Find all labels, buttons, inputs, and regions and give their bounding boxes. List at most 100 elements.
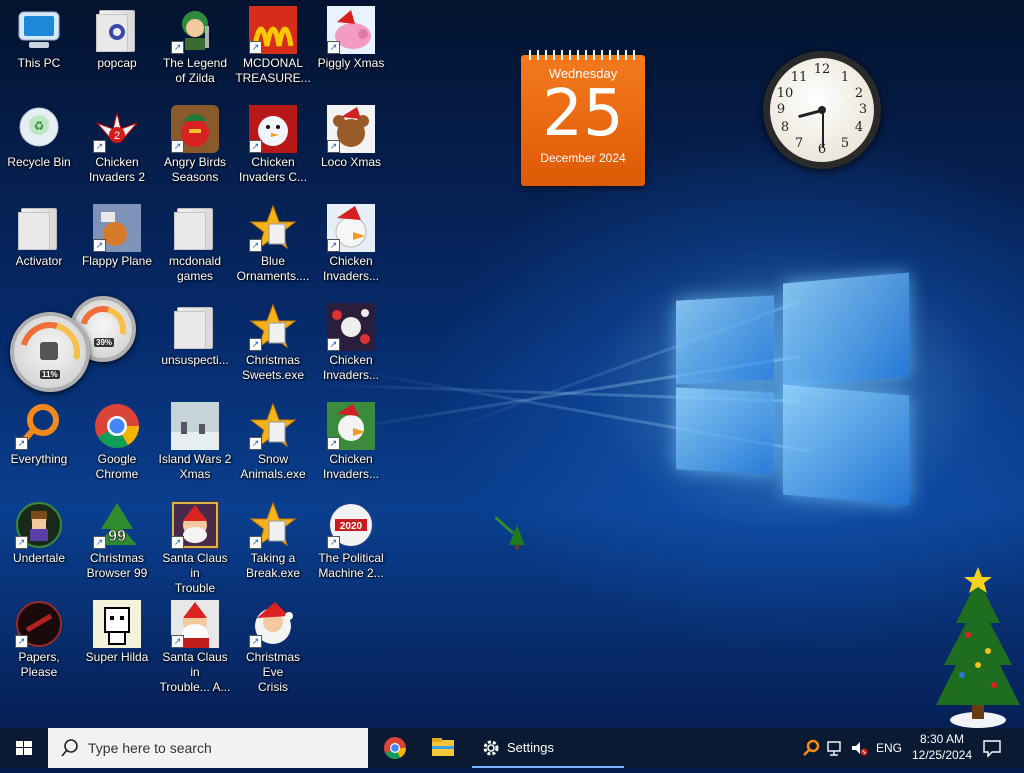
desktop-icon-angry-birds-seasons[interactable]: ↗ Angry Birds Seasons — [156, 105, 234, 185]
shortcut-arrow-icon: ↗ — [171, 536, 184, 549]
folder-icon — [93, 6, 141, 54]
shortcut-arrow-icon: ↗ — [327, 536, 340, 549]
desktop-icon-papers-please[interactable]: ↗ Papers, Please — [0, 600, 78, 680]
desktop-icon-loco-xmas[interactable]: ↗ Loco Xmas — [312, 105, 390, 170]
taskbar-search-box[interactable]: Type here to search — [48, 728, 368, 768]
plane-game-icon: ↗ — [93, 204, 141, 252]
volume-muted-icon[interactable] — [850, 739, 868, 762]
calendar-gadget[interactable]: Wednesday 25 December 2024 — [521, 50, 645, 186]
shortcut-arrow-icon: ↗ — [327, 41, 340, 54]
chicken-icon: 2 ↗ — [93, 105, 141, 153]
christmas-tree-99-icon: 99 ↗ — [93, 501, 141, 549]
desktop-icon-christmas-browser-99[interactable]: 99 ↗ Christmas Browser 99 — [78, 501, 156, 581]
christmas-tree-decoration — [928, 565, 1020, 728]
clock-center — [818, 106, 826, 114]
desktop-icon-blue-ornaments[interactable]: ↗ Blue Ornaments.... — [234, 204, 312, 284]
shortcut-arrow-icon: ↗ — [93, 239, 106, 252]
calendar-day: 25 — [542, 77, 624, 151]
search-placeholder: Type here to search — [88, 740, 212, 756]
desktop-icon-this-pc[interactable]: This PC — [0, 6, 78, 71]
desktop-icon-undertale[interactable]: ↗ Undertale — [0, 501, 78, 566]
chrome-icon — [93, 402, 141, 450]
taskbar-date: 12/25/2024 — [911, 748, 973, 762]
chicken-santa-icon: ↗ — [327, 204, 375, 252]
calendar-rings — [529, 50, 637, 60]
shortcut-arrow-icon: ↗ — [15, 635, 28, 648]
gear-icon — [483, 740, 499, 756]
chicken-space-icon: ↗ — [327, 303, 375, 351]
shortcut-arrow-icon: ↗ — [327, 140, 340, 153]
desktop-icon-christmas-sweets[interactable]: ↗ Christmas Sweets.exe — [234, 303, 312, 383]
desktop-icon-mcdonald-games[interactable]: mcdonald games — [156, 204, 234, 284]
taskbar-time: 8:30 AM — [919, 732, 965, 746]
clock-face: 12 1 2 3 4 5 6 7 8 9 10 11 — [770, 58, 874, 162]
desktop-icon-chicken-invaders-c[interactable]: ↗ Chicken Invaders C... — [234, 105, 312, 185]
cpu-gauge: 11% — [9, 311, 91, 393]
shortcut-arrow-icon: ↗ — [249, 41, 262, 54]
clock-numeral: 4 — [854, 120, 864, 135]
desktop-icon-chicken-invaders-b[interactable]: ↗ Chicken Invaders... — [312, 303, 390, 383]
start-button[interactable] — [0, 728, 48, 768]
shortcut-arrow-icon: ↗ — [249, 338, 262, 351]
clock-gadget[interactable]: 12 1 2 3 4 5 6 7 8 9 10 11 — [763, 51, 881, 169]
taskbar-clock[interactable]: 8:30 AM 12/25/2024 — [910, 731, 974, 763]
desktop-icon-activator[interactable]: Activator — [0, 204, 78, 269]
papers-please-icon: ↗ — [15, 600, 63, 648]
clock-numeral: 5 — [840, 136, 850, 151]
folder-icon — [171, 204, 219, 252]
desktop-icon-chicken-invaders-a[interactable]: ↗ Chicken Invaders... — [312, 204, 390, 284]
desktop-icon-santa-claus-in-trouble[interactable]: ↗ Santa Claus in Trouble — [156, 501, 234, 596]
desktop-icon-mcdonal-treasure[interactable]: ↗ MCDONAL TREASURE... — [234, 6, 312, 86]
angry-bird-icon: ↗ — [171, 105, 219, 153]
tray-everything-search-icon[interactable] — [802, 739, 820, 762]
taskbar-settings[interactable]: Settings — [472, 728, 624, 768]
clock-numeral: 2 — [854, 86, 864, 101]
taskbar-file-explorer[interactable] — [426, 728, 460, 768]
clock-numeral: 8 — [780, 120, 790, 135]
search-icon — [61, 739, 78, 757]
clock-numeral: 12 — [813, 62, 831, 77]
file-icon — [171, 303, 219, 351]
chicken-green-icon: ↗ — [327, 402, 375, 450]
desktop-icon-legend-of-zilda[interactable]: ↗ The Legend of Zilda — [156, 6, 234, 86]
windows-start-icon — [16, 741, 32, 755]
desktop-icon-unsuspecti[interactable]: unsuspecti... — [156, 303, 234, 368]
svg-text:♻: ♻ — [34, 119, 45, 133]
language-indicator[interactable]: ENG — [876, 741, 902, 755]
shortcut-arrow-icon: ↗ — [93, 536, 106, 549]
shortcut-arrow-icon: ↗ — [249, 536, 262, 549]
undertale-character-icon: ↗ — [15, 501, 63, 549]
pixel-character-icon — [93, 600, 141, 648]
desktop-icon-flappy-plane[interactable]: ↗ Flappy Plane — [78, 204, 156, 269]
folder-icon — [432, 738, 454, 756]
star-package-icon: ↗ — [249, 303, 297, 351]
desktop-icon-christmas-eve-crisis[interactable]: ↗ Christmas Eve Crisis — [234, 600, 312, 695]
desktop-icon-popcap[interactable]: popcap — [78, 6, 156, 71]
desktop-icon-chicken-invaders-2[interactable]: 2 ↗ Chicken Invaders 2 — [78, 105, 156, 185]
calendar-month-year: December 2024 — [540, 151, 626, 165]
desktop-icon-piggly-xmas[interactable]: ↗ Piggly Xmas — [312, 6, 390, 71]
network-icon[interactable] — [826, 739, 844, 762]
desktop-icon-everything[interactable]: ↗ Everything — [0, 402, 78, 467]
desktop-icon-taking-a-break[interactable]: ↗ Taking a Break.exe — [234, 501, 312, 581]
desktop-icon-google-chrome[interactable]: Google Chrome — [78, 402, 156, 482]
mcdonalds-logo-icon: ↗ — [249, 6, 297, 54]
notification-center-button[interactable] — [980, 736, 1004, 760]
star-package-icon: ↗ — [249, 501, 297, 549]
desktop-icon-snow-animals[interactable]: ↗ Snow Animals.exe — [234, 402, 312, 482]
desktop-icon-political-machine[interactable]: 2020 ↗ The Political Machine 2... — [312, 501, 390, 581]
shortcut-arrow-icon: ↗ — [171, 635, 184, 648]
desktop-icon-santa-claus-in-trouble-a[interactable]: ↗ Santa Claus in Trouble... A... — [156, 600, 234, 695]
star-package-icon: ↗ — [249, 402, 297, 450]
computer-icon — [15, 6, 63, 54]
desktop-icon-chicken-invaders-d[interactable]: ↗ Chicken Invaders... — [312, 402, 390, 482]
desktop-icon-island-wars-2-xmas[interactable]: Island Wars 2 Xmas — [156, 402, 234, 482]
clock-numeral: 9 — [776, 102, 786, 117]
taskbar-chrome[interactable] — [378, 728, 412, 768]
desktop-icon-recycle-bin[interactable]: ♻ Recycle Bin — [0, 105, 78, 170]
shortcut-arrow-icon: ↗ — [171, 140, 184, 153]
desktop-icon-super-hilda[interactable]: Super Hilda — [78, 600, 156, 665]
santa-face-icon: ↗ — [249, 600, 297, 648]
gauge-center-icon — [40, 342, 58, 360]
shortcut-arrow-icon: ↗ — [249, 635, 262, 648]
